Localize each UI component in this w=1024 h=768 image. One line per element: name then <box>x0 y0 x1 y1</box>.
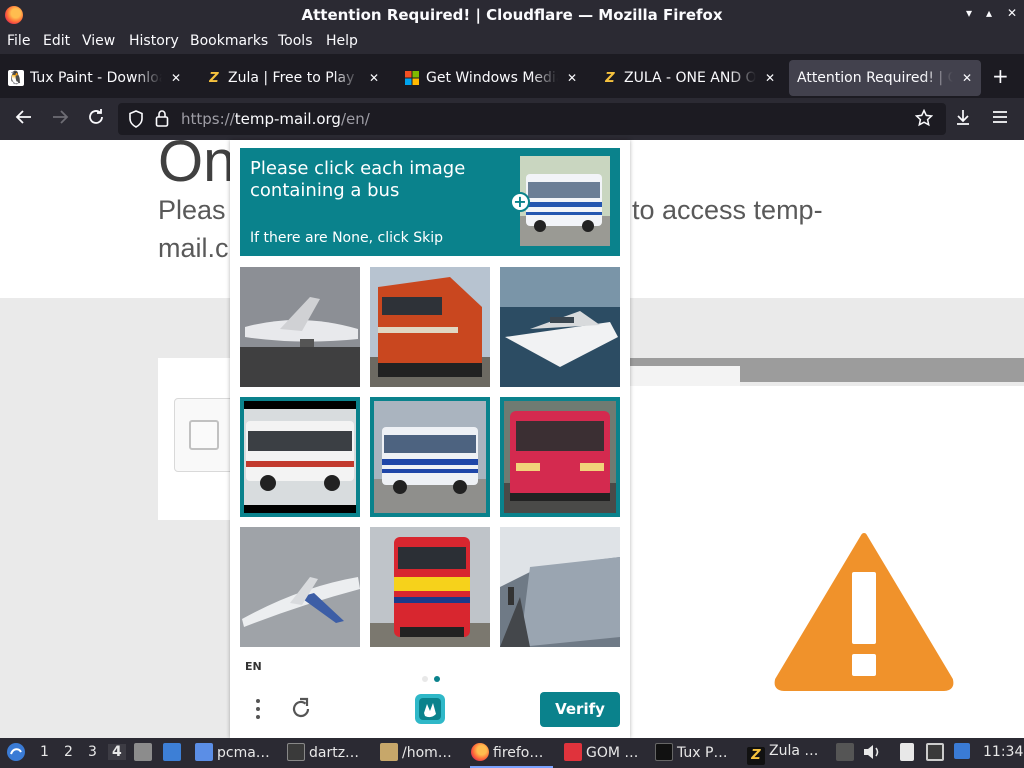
taskbar-item-firefox[interactable]: firefo… <box>471 743 543 761</box>
menu-bookmarks[interactable]: Bookmarks <box>190 33 268 49</box>
tux-icon <box>655 743 673 761</box>
close-window-button[interactable]: ✕ <box>1007 6 1017 20</box>
zula-icon: Z <box>209 70 219 86</box>
tile-train[interactable] <box>500 527 620 647</box>
tile-bus-selected[interactable] <box>500 397 620 517</box>
menu-edit[interactable]: Edit <box>43 33 70 49</box>
tab-bar: 🐧 Tux Paint - Download ✕ Z Zula | Free t… <box>0 56 1024 98</box>
language-selector[interactable]: EN <box>245 660 262 673</box>
menu-file[interactable]: File <box>7 33 30 49</box>
tab-tux-paint[interactable]: 🐧 Tux Paint - Download ✕ <box>0 60 190 96</box>
hamburger-menu-icon[interactable] <box>989 108 1011 131</box>
archive-icon <box>380 743 398 761</box>
terminal-icon <box>287 743 305 761</box>
network-icon[interactable] <box>926 743 948 761</box>
back-arrow-icon[interactable] <box>13 108 35 131</box>
tile-train[interactable] <box>370 527 490 647</box>
menu-help[interactable]: Help <box>326 33 358 49</box>
zula-icon: Z <box>747 747 765 765</box>
taskbar-item-zula[interactable]: Z Zula … <box>747 743 818 765</box>
taskbar: 1 2 3 4 pcma… dartz… /hom… firefo… GOM …… <box>0 738 1024 768</box>
add-sample-icon[interactable]: + <box>510 192 530 212</box>
close-tab-icon[interactable]: ✕ <box>366 71 382 85</box>
maximize-button[interactable]: ▴ <box>986 6 992 20</box>
menu-bar: File Edit View History Bookmarks Tools H… <box>0 30 1024 54</box>
captcha-prompt: Please click each image containing a bus <box>250 158 466 201</box>
start-menu-icon[interactable] <box>6 742 26 766</box>
title-bar: Attention Required! | Cloudflare — Mozil… <box>0 0 1024 30</box>
downloads-icon[interactable] <box>952 108 974 131</box>
new-tab-button[interactable]: + <box>992 64 1009 88</box>
workspace-4[interactable]: 4 <box>108 744 126 760</box>
menu-tools[interactable]: Tools <box>278 33 313 49</box>
close-tab-icon[interactable]: ✕ <box>168 71 184 85</box>
url-bar[interactable]: https://temp-mail.org/en/ <box>118 103 946 135</box>
gom-icon <box>564 743 582 761</box>
tab-zula-fps[interactable]: Z Zula | Free to Play FPS ✕ <box>198 60 388 96</box>
workspace-3[interactable]: 3 <box>88 744 97 760</box>
close-tab-icon[interactable]: ✕ <box>564 71 580 85</box>
minimize-button[interactable]: ▾ <box>966 6 972 20</box>
windows-icon <box>404 70 420 86</box>
tab-attention-required[interactable]: Attention Required! | Cloudflare ✕ <box>789 60 981 96</box>
taskbar-item-archive[interactable]: /hom… <box>380 743 452 761</box>
hcaptcha-logo-icon[interactable] <box>413 692 447 726</box>
captcha-hint: If there are None, click Skip <box>250 230 444 246</box>
page-indicator <box>422 667 446 686</box>
captcha-header: Please click each image containing a bus… <box>240 148 620 256</box>
tab-windows-media[interactable]: Get Windows Media Player ✕ <box>396 60 586 96</box>
shield-icon[interactable] <box>128 110 144 132</box>
tab-zula-one[interactable]: Z ZULA - ONE AND ONLY ✕ <box>594 60 784 96</box>
taskbar-item-tux-paint[interactable]: Tux P… <box>655 743 727 761</box>
tux-icon: 🐧 <box>7 70 25 86</box>
update-notifier-icon[interactable] <box>954 743 974 759</box>
bookmark-star-icon[interactable] <box>914 108 934 131</box>
page-subtext-left: Pleas <box>158 195 226 225</box>
captcha-challenge: Please click each image containing a bus… <box>230 140 630 738</box>
scroll-up-icon[interactable] <box>836 743 858 761</box>
tile-airplane[interactable] <box>240 527 360 647</box>
workspace-2[interactable]: 2 <box>64 744 73 760</box>
forward-arrow-icon[interactable] <box>49 108 71 131</box>
taskbar-item-terminal[interactable]: dartz… <box>287 743 359 761</box>
workspace-1[interactable]: 1 <box>40 744 49 760</box>
window-title: Attention Required! | Cloudflare — Mozil… <box>301 6 723 24</box>
verify-button[interactable]: Verify <box>540 692 620 727</box>
close-tab-icon[interactable]: ✕ <box>959 71 975 85</box>
tile-airplane[interactable] <box>240 267 360 387</box>
tile-bus-selected[interactable] <box>370 397 490 517</box>
taskbar-item-gom[interactable]: GOM … <box>564 743 638 761</box>
clipboard-icon[interactable] <box>900 743 918 761</box>
menu-view[interactable]: View <box>82 33 115 49</box>
sample-bus-image <box>520 156 610 246</box>
warning-icon <box>774 533 954 691</box>
file-manager-launcher-icon[interactable] <box>134 743 156 761</box>
more-options-icon[interactable] <box>254 696 262 724</box>
tile-boat[interactable] <box>500 267 620 387</box>
zula-icon: Z <box>605 70 615 86</box>
firefox-icon <box>471 743 489 761</box>
human-checkbox[interactable] <box>189 420 219 450</box>
volume-icon[interactable] <box>862 743 882 765</box>
light-tab-shape <box>620 366 740 386</box>
page-subtext-right: to access temp- <box>632 195 823 225</box>
url-text[interactable]: https://temp-mail.org/en/ <box>181 110 370 128</box>
navigation-bar: https://temp-mail.org/en/ <box>0 98 1024 140</box>
tile-train[interactable] <box>370 267 490 387</box>
page-subtext-line2: mail.c <box>158 233 229 263</box>
close-tab-icon[interactable]: ✕ <box>762 71 778 85</box>
folder-icon <box>195 743 213 761</box>
lock-icon[interactable] <box>154 109 170 131</box>
clock: 11:34 <box>983 744 1024 760</box>
page-heading: On <box>158 140 236 194</box>
reload-icon[interactable] <box>85 108 107 131</box>
menu-history[interactable]: History <box>129 33 179 49</box>
refresh-challenge-icon[interactable] <box>288 696 314 722</box>
taskbar-item-pcmanfm[interactable]: pcma… <box>195 743 270 761</box>
tile-bus-selected[interactable] <box>240 397 360 517</box>
desktop-icon[interactable] <box>163 743 185 761</box>
